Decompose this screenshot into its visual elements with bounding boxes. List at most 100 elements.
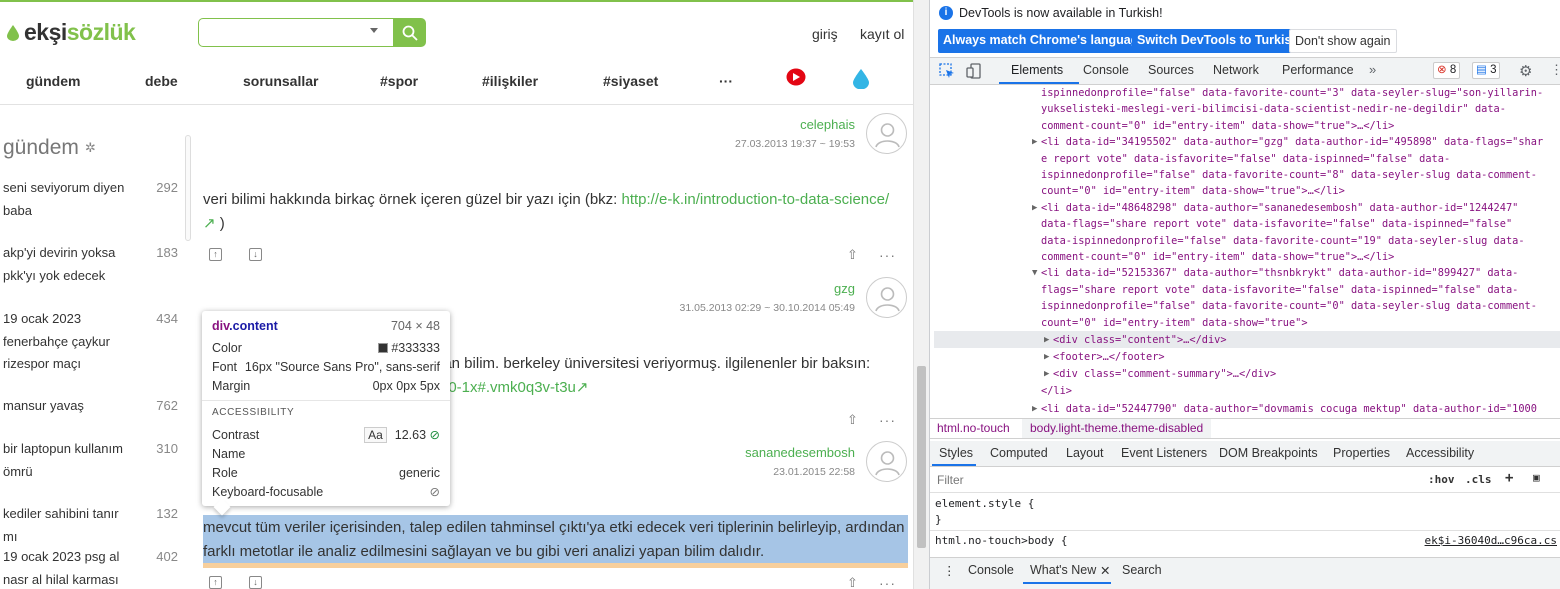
drawer-tab-search[interactable]: Search [1122,563,1162,577]
more-icon[interactable]: ··· [879,412,896,428]
nav-debe[interactable]: debe [145,73,178,89]
share-icon[interactable]: ⇧ [847,575,858,589]
page-scrollbar[interactable] [913,0,929,589]
dom-line[interactable]: </li> [1041,383,1072,399]
sidebar-scrollbar[interactable] [185,135,191,241]
dom-line[interactable]: comment-count="0" id="entry-item" data-s… [1041,118,1394,134]
nav-gundem[interactable]: gündem [26,73,80,89]
hov-toggle[interactable]: :hov [1428,473,1455,486]
drawer-menu-icon[interactable]: ⋮ [943,563,956,578]
tab-accessibility[interactable]: Accessibility [1406,446,1474,460]
nav-iliskiler[interactable]: #ilişkiler [482,73,538,89]
tab-computed[interactable]: Computed [990,446,1048,460]
avatar[interactable] [866,441,907,482]
gear-icon[interactable]: ✲ [85,140,96,155]
external-link-icon[interactable]: ↗ [203,215,216,232]
kebab-menu-icon[interactable]: ⋮ [1550,62,1560,78]
tab-event-listeners[interactable]: Event Listeners [1121,446,1207,460]
dom-line[interactable]: comment-count="0" id="entry-item" data-s… [1041,249,1394,265]
tab-layout[interactable]: Layout [1066,446,1104,460]
stylesheet-link[interactable]: ek$i-36040d…c96ca.cs [1425,533,1557,549]
external-link-icon[interactable]: ↗ [576,379,589,396]
filter-input[interactable]: Filter [937,473,964,487]
chevron-down-icon[interactable] [370,28,378,33]
upvote-button[interactable]: ↑ [209,576,222,589]
nav-siyaset[interactable]: #siyaset [603,73,658,89]
tab-performance[interactable]: Performance [1282,63,1354,77]
dom-line[interactable]: <li data-id="48648298" data-author="sana… [1041,200,1518,216]
dom-line-selected[interactable]: <div class="content">…</div> [1053,332,1227,348]
downvote-button[interactable]: ↓ [249,248,262,261]
sidebar-item[interactable]: bir laptopun kullanım ömrü 310 [3,438,178,483]
dom-line[interactable]: <li data-id="52153367" data-author="thsn… [1041,265,1518,281]
add-rule-icon[interactable]: + [1505,470,1513,486]
style-element-rule[interactable]: element.style { [935,496,1034,512]
expand-triangle-icon[interactable]: ▶ [1044,349,1049,365]
sidebar-item[interactable]: 19 ocak 2023 fenerbahçe çaykur rizespor … [3,308,178,376]
dom-line[interactable]: e report vote" data-isfavorite="false" d… [1041,151,1450,167]
nav-sorunsallar[interactable]: sorunsallar [243,73,318,89]
downvote-button[interactable]: ↓ [249,576,262,589]
sidebar-item[interactable]: 19 ocak 2023 psg al nasr al hilal karmas… [3,546,178,589]
breadcrumb-html[interactable]: html.no-touch [937,421,1010,435]
dom-line[interactable]: data-flags="share report vote" data-isfa… [1041,216,1512,232]
drop-nav-icon[interactable] [853,69,869,89]
expand-triangle-icon[interactable]: ▶ [1044,366,1049,382]
sidebar-item[interactable]: seni seviyorum diyen baba 292 [3,177,178,222]
share-icon[interactable]: ⇧ [847,247,858,263]
register-link[interactable]: kayıt ol [860,26,904,42]
search-button[interactable] [393,18,426,47]
dom-line[interactable]: <li data-id="34195502" data-author="gzg"… [1041,134,1543,150]
dom-line[interactable]: data-ispinnedonprofile="false" data-favo… [1041,233,1525,249]
site-logo[interactable]: ekşi sözlük [7,19,136,46]
gear-icon[interactable]: ⚙ [1519,62,1532,80]
entry-link[interactable]: http://e-k.in/introduction-to-data-scien… [622,191,890,208]
dom-line[interactable]: <footer>…</footer> [1053,349,1165,365]
search-input[interactable] [198,18,395,47]
tab-network[interactable]: Network [1213,63,1259,77]
tab-elements[interactable]: Elements [1011,63,1063,77]
computed-styles-icon[interactable]: ▣ [1533,471,1540,484]
inspect-element-icon[interactable] [939,63,955,79]
video-icon[interactable] [786,68,806,86]
entry-date[interactable]: 23.01.2015 22:58 [773,466,855,478]
switch-language-button[interactable]: Switch DevTools to Turkish [1132,29,1305,53]
more-icon[interactable]: ··· [879,247,896,263]
tab-sources[interactable]: Sources [1148,63,1194,77]
entry-date[interactable]: 27.03.2013 19:37 ~ 19:53 [735,138,855,150]
device-toolbar-icon[interactable] [966,63,982,79]
entry-link[interactable]: 00-1x#.vmk0q3v-t3u [440,379,576,396]
sidebar-item[interactable]: akp'yi devirin yoksa pkk'yı yok edecek 18… [3,242,178,287]
dom-line[interactable]: <div class="comment-summary">…</div> [1053,366,1276,382]
dom-line[interactable]: <li data-id="52447790" data-author="dovm… [1041,401,1537,417]
expand-triangle-icon[interactable]: ▶ [1032,134,1037,150]
expand-triangle-icon[interactable]: ▶ [1032,200,1037,216]
sidebar-item[interactable]: mansur yavaş 762 [3,395,178,418]
more-tabs-icon[interactable]: » [1369,62,1376,77]
dom-line[interactable]: flags="share report vote" data-isfavorit… [1041,282,1518,298]
tab-dom-breakpoints[interactable]: DOM Breakpoints [1219,446,1318,460]
sidebar-item[interactable]: kediler sahibini tanır mı 132 [3,503,178,548]
more-icon[interactable]: ··· [879,575,896,589]
entry-date[interactable]: 31.05.2013 02:29 ~ 30.10.2014 05:49 [680,302,855,314]
collapse-triangle-icon[interactable]: ▼ [1032,265,1037,281]
dom-line[interactable]: count="0" id="entry-item" data-show="tru… [1041,183,1345,199]
entry-author[interactable]: sananedesembosh [745,445,855,460]
errors-badge[interactable]: ⊗ 8 [1433,62,1461,79]
avatar[interactable] [866,277,907,318]
avatar[interactable] [866,113,907,154]
dom-line[interactable]: yukselisteki-meslegi-veri-bilimcisi-data… [1041,101,1506,117]
login-link[interactable]: giriş [812,26,838,42]
close-icon[interactable]: ✕ [1100,563,1110,578]
dom-line[interactable]: ispinnedonprofile="false" data-favorite-… [1041,85,1543,101]
tab-styles[interactable]: Styles [939,446,973,460]
messages-badge[interactable]: ▤ 3 [1472,62,1501,79]
nav-more[interactable]: ··· [719,73,733,89]
breadcrumb-body[interactable]: body.light-theme.theme-disabled [1022,419,1212,438]
dom-line[interactable]: count="0" id="entry-item" data-show="tru… [1041,315,1308,331]
scrollbar-thumb[interactable] [917,366,926,548]
entry-author[interactable]: celephais [800,117,855,132]
tab-properties[interactable]: Properties [1333,446,1390,460]
share-icon[interactable]: ⇧ [847,412,858,428]
upvote-button[interactable]: ↑ [209,248,222,261]
